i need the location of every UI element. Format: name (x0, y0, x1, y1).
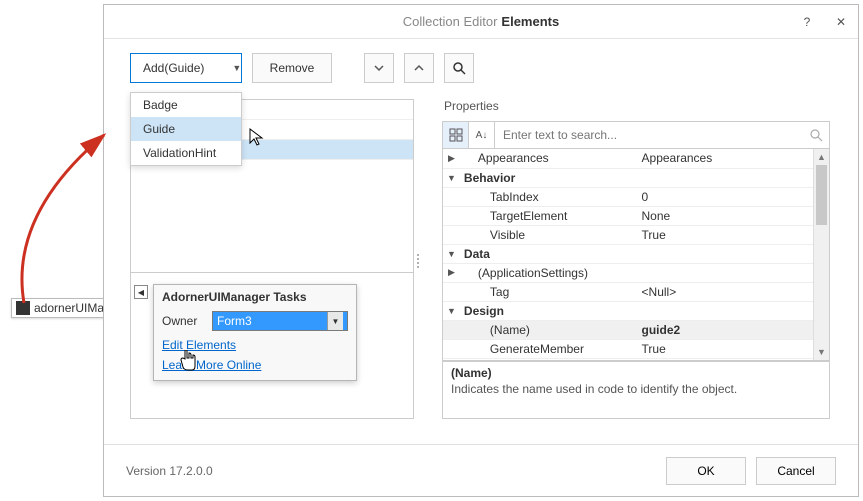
smart-tag-panel: AdornerUIManager Tasks Owner Form3 ▼ Edi… (153, 284, 357, 381)
owner-combo[interactable]: Form3 ▼ (212, 311, 348, 331)
property-row[interactable]: VisibleTrue (443, 225, 813, 244)
property-row[interactable]: TargetElementNone (443, 206, 813, 225)
splitter[interactable] (414, 99, 422, 423)
toolbar: Add(Guide) ▼ Remove (104, 39, 858, 97)
footer: Version 17.2.0.0 OK Cancel (104, 444, 858, 496)
search-icon (803, 129, 829, 142)
smart-tag-header: AdornerUIManager Tasks (162, 290, 348, 304)
smart-tag-glyph[interactable]: ◀ (134, 285, 148, 299)
chevron-down-icon: ▼ (232, 63, 241, 73)
dropdown-item[interactable]: ValidationHint (131, 141, 241, 165)
help-button[interactable]: ? (790, 5, 824, 39)
title-prefix: Collection Editor (403, 14, 498, 29)
ok-button[interactable]: OK (666, 457, 746, 485)
property-search-input[interactable] (495, 128, 803, 142)
owner-label: Owner (162, 314, 212, 328)
add-button[interactable]: Add(Guide) ▼ (130, 53, 242, 83)
properties-label: Properties (444, 99, 830, 117)
desc-title: (Name) (451, 366, 821, 380)
edit-elements-link[interactable]: Edit Elements (162, 338, 348, 352)
remove-button[interactable]: Remove (252, 53, 332, 83)
scroll-up[interactable]: ▲ (814, 149, 829, 165)
title-main: Elements (501, 14, 559, 29)
alphabetical-button[interactable]: A↓ (469, 122, 495, 148)
property-grid[interactable]: ▶AppearancesAppearances▼BehaviorTabIndex… (442, 149, 830, 361)
property-row[interactable]: ▶(ApplicationSettings) (443, 263, 813, 282)
property-row[interactable]: ▶AppearancesAppearances (443, 149, 813, 168)
property-row[interactable]: TabIndex0 (443, 187, 813, 206)
version-label: Version 17.2.0.0 (126, 464, 656, 478)
scroll-thumb[interactable] (816, 165, 827, 225)
property-row[interactable]: Tag<Null> (443, 282, 813, 301)
collection-editor-dialog: Collection Editor Elements ? ✕ Add(Guide… (103, 4, 859, 497)
categorized-button[interactable] (443, 122, 469, 148)
close-button[interactable]: ✕ (824, 5, 858, 39)
move-down-button[interactable] (364, 53, 394, 83)
property-category[interactable]: ▼Design (443, 301, 813, 320)
scrollbar[interactable]: ▲ ▼ (813, 149, 829, 360)
cancel-button[interactable]: Cancel (756, 457, 836, 485)
chevron-down-icon: ▼ (327, 312, 343, 330)
property-grid-header: A↓ (442, 121, 830, 149)
property-category[interactable]: ▼Behavior (443, 168, 813, 187)
titlebar: Collection Editor Elements ? ✕ (104, 5, 858, 39)
move-up-button[interactable] (404, 53, 434, 83)
component-icon (16, 301, 30, 315)
property-row[interactable]: (Name)guide2 (443, 320, 813, 339)
search-button[interactable] (444, 53, 474, 83)
property-category[interactable]: ▼Data (443, 244, 813, 263)
learn-more-link[interactable]: Learn More Online (162, 358, 348, 372)
property-description: (Name) Indicates the name used in code t… (442, 361, 830, 419)
add-dropdown[interactable]: BadgeGuideValidationHint (130, 92, 242, 166)
dropdown-item[interactable]: Guide (131, 117, 241, 141)
desc-text: Indicates the name used in code to ident… (451, 382, 821, 396)
dropdown-item[interactable]: Badge (131, 93, 241, 117)
property-row[interactable]: GenerateMemberTrue (443, 339, 813, 358)
scroll-down[interactable]: ▼ (814, 344, 829, 360)
